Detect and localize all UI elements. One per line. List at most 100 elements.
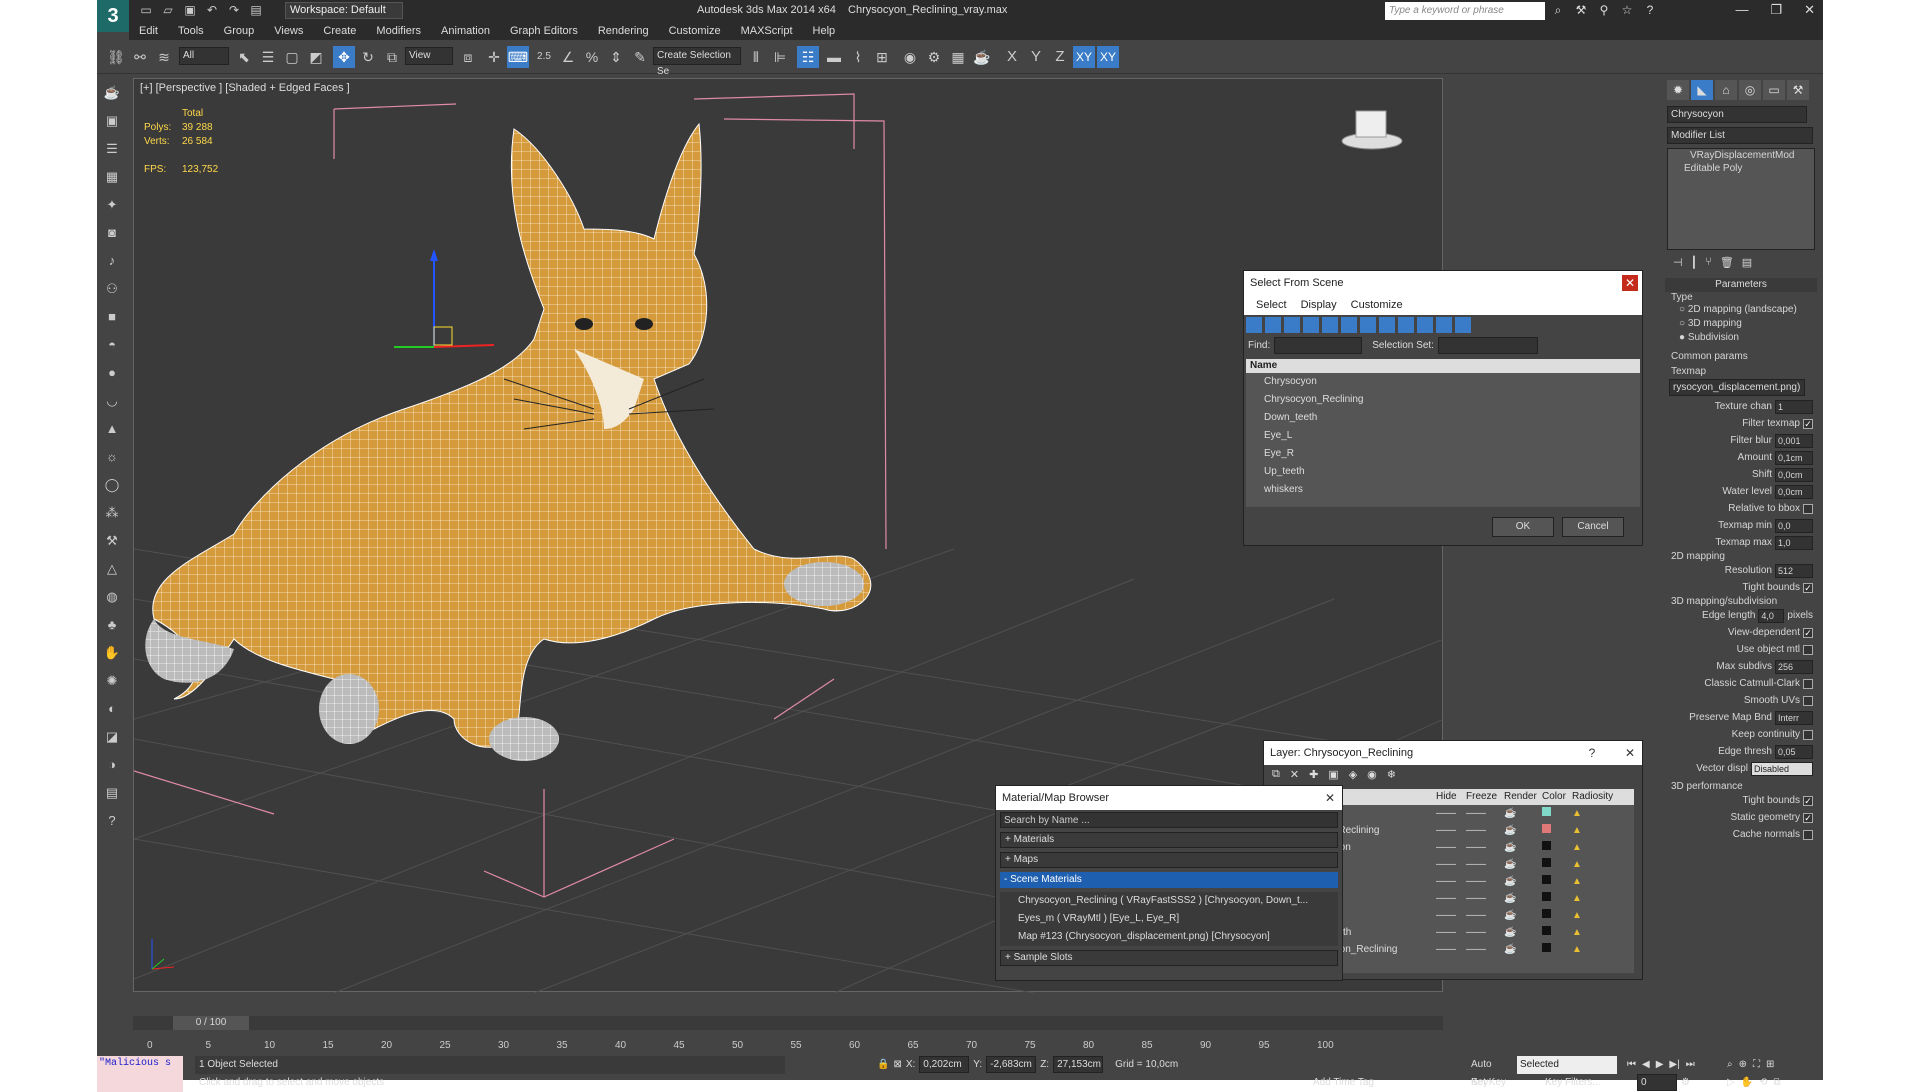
layer-hide-toggle[interactable]: —— [1436,822,1466,839]
select-menu-display[interactable]: Display [1301,295,1337,315]
chrysocyon-model[interactable] [145,122,872,761]
layer-color-swatch[interactable] [1542,856,1572,873]
add-to-layer-icon[interactable]: ✚ [1309,768,1318,784]
layer-hide-toggle[interactable]: —— [1436,907,1466,924]
layer-hide-toggle[interactable]: —— [1436,805,1466,822]
materials-section[interactable]: + Materials [1000,832,1338,848]
teapot-icon[interactable]: ☕ [1504,856,1542,873]
time-slider-thumb[interactable]: 0 / 100 [173,1016,249,1030]
layer-color-swatch[interactable] [1542,890,1572,907]
layer-freeze-toggle[interactable]: —— [1466,805,1504,822]
menu-rendering[interactable]: Rendering [588,22,659,40]
param-input[interactable]: 0,001 [1775,433,1813,448]
layer-freeze-toggle[interactable]: —— [1466,822,1504,839]
menu-maxscript[interactable]: MAXScript [731,22,803,40]
layer-color-swatch[interactable] [1542,907,1572,924]
restore-icon[interactable]: ❐ [1770,2,1782,18]
minimize-icon[interactable]: — [1735,2,1748,18]
percent-snap-icon[interactable]: % [581,46,603,68]
xref-filter-icon[interactable] [1379,317,1395,333]
menu-edit[interactable]: Edit [129,22,168,40]
menu-views[interactable]: Views [264,22,313,40]
axis-z-button[interactable]: Z [1049,46,1071,68]
window-crossing-icon[interactable]: ◩ [305,46,327,68]
layer-freeze-toggle[interactable]: —— [1466,839,1504,856]
cancel-button[interactable]: Cancel [1562,517,1624,537]
snaps-toggle[interactable]: 2.5 [533,46,555,68]
radiosity-icon[interactable]: ▲ [1572,873,1616,890]
menu-tools[interactable]: Tools [168,22,214,40]
add-time-tag[interactable]: Add Time Tag [1313,1074,1374,1092]
menu-group[interactable]: Group [214,22,265,40]
workspace-dropdown[interactable]: Workspace: Default [285,2,403,19]
new-layer-icon[interactable]: ⧉ [1272,768,1280,784]
named-selection-set-dropdown[interactable]: Create Selection Se [653,47,741,77]
camera-filter-icon[interactable] [1303,317,1319,333]
shape-filter-icon[interactable] [1265,317,1281,333]
container-filter-icon[interactable] [1417,317,1433,333]
layer-hide-toggle[interactable]: —— [1436,941,1466,958]
radiosity-icon[interactable]: ▲ [1572,907,1616,924]
map-icon[interactable]: ◪ [101,726,123,748]
param-checkbox[interactable]: ✓ [1803,418,1813,429]
doc-icon[interactable]: ▤ [101,782,123,804]
close-icon[interactable]: ✕ [1322,790,1338,806]
radiosity-icon[interactable]: ▲ [1572,805,1616,822]
pyramid-icon[interactable]: △ [101,558,123,580]
select-object-icon[interactable]: ⬉ [233,46,255,68]
orbit-icon[interactable]: ⟲ [1759,1074,1767,1092]
zoom-extents-icon[interactable]: ⛶ [1753,1056,1760,1074]
radio-2d-mapping[interactable]: ○ 2D mapping (landscape) [1679,303,1817,317]
cone-icon[interactable]: ▲ [101,418,123,440]
select-menu-select[interactable]: Select [1256,295,1287,315]
particles-icon[interactable]: ⁂ [101,502,123,524]
list-item[interactable]: Down_teeth [1246,409,1640,427]
material-browser-titlebar[interactable]: Material/Map Browser ✕ [996,786,1342,810]
list-item[interactable]: whiskers [1246,481,1640,499]
next-frame-icon[interactable]: ▶| [1669,1056,1679,1074]
frozen-filter-icon[interactable] [1436,317,1452,333]
create-tab-icon[interactable]: ✹ [1667,80,1689,100]
tools-icon[interactable]: ⚒ [1572,3,1590,19]
col-radiosity[interactable]: Radiosity [1572,789,1616,805]
previous-frame-icon[interactable]: ◀ [1642,1056,1650,1074]
curve-editor-icon[interactable]: ⌇ [847,46,869,68]
render-setup-icon[interactable]: ⚙ [923,46,945,68]
object-name-input[interactable]: Chrysocyon [1667,106,1807,123]
x-coordinate-input[interactable]: 0,202cm [919,1056,970,1073]
cache-normals-checkbox[interactable] [1803,829,1813,840]
display-tab-icon[interactable]: ▭ [1763,80,1785,100]
modifier-list-dropdown[interactable]: Modifier List [1667,127,1813,144]
modify-tab-icon[interactable]: ◣ [1691,80,1713,100]
layer-color-swatch[interactable] [1542,924,1572,941]
select-menu-customize[interactable]: Customize [1351,295,1403,315]
binoculars-icon[interactable]: ⌕ [1549,3,1567,19]
edit-named-selection-icon[interactable]: ✎ [629,46,651,68]
layer-color-swatch[interactable] [1542,822,1572,839]
plant-icon[interactable]: ♣ [101,614,123,636]
list-item[interactable]: Eye_L [1246,427,1640,445]
list-item[interactable]: Chrysocyon [1246,373,1640,391]
select-layer-icon[interactable]: ▣ [1328,768,1338,784]
scene-materials-section[interactable]: - Scene Materials [1000,872,1338,888]
current-frame-input[interactable]: 0 [1637,1074,1677,1091]
layer-hide-toggle[interactable]: —— [1436,924,1466,941]
layer-hide-toggle[interactable]: —— [1436,839,1466,856]
axis-x-button[interactable]: X [1001,46,1023,68]
teapot-icon[interactable]: ☕ [1504,873,1542,890]
catmull-checkbox[interactable] [1803,678,1813,689]
grid-icon[interactable]: ▦ [101,166,123,188]
hand-icon[interactable]: ✋ [101,642,123,664]
param-input[interactable]: 0,0 [1775,518,1813,533]
move-gizmo[interactable] [394,249,495,348]
menu-help[interactable]: Help [803,22,846,40]
align-icon[interactable]: ⊫ [769,46,791,68]
menu-modifiers[interactable]: Modifiers [366,22,431,40]
layer-freeze-toggle[interactable]: —— [1466,941,1504,958]
ball-icon[interactable]: ◐ [101,698,123,720]
key-selection-dropdown[interactable]: Selected [1517,1056,1617,1074]
schematic-view-icon[interactable]: ⊞ [871,46,893,68]
hidden-filter-icon[interactable] [1455,317,1471,333]
scale-icon[interactable]: ⧉ [381,46,403,68]
radiosity-icon[interactable]: ▲ [1572,941,1616,958]
